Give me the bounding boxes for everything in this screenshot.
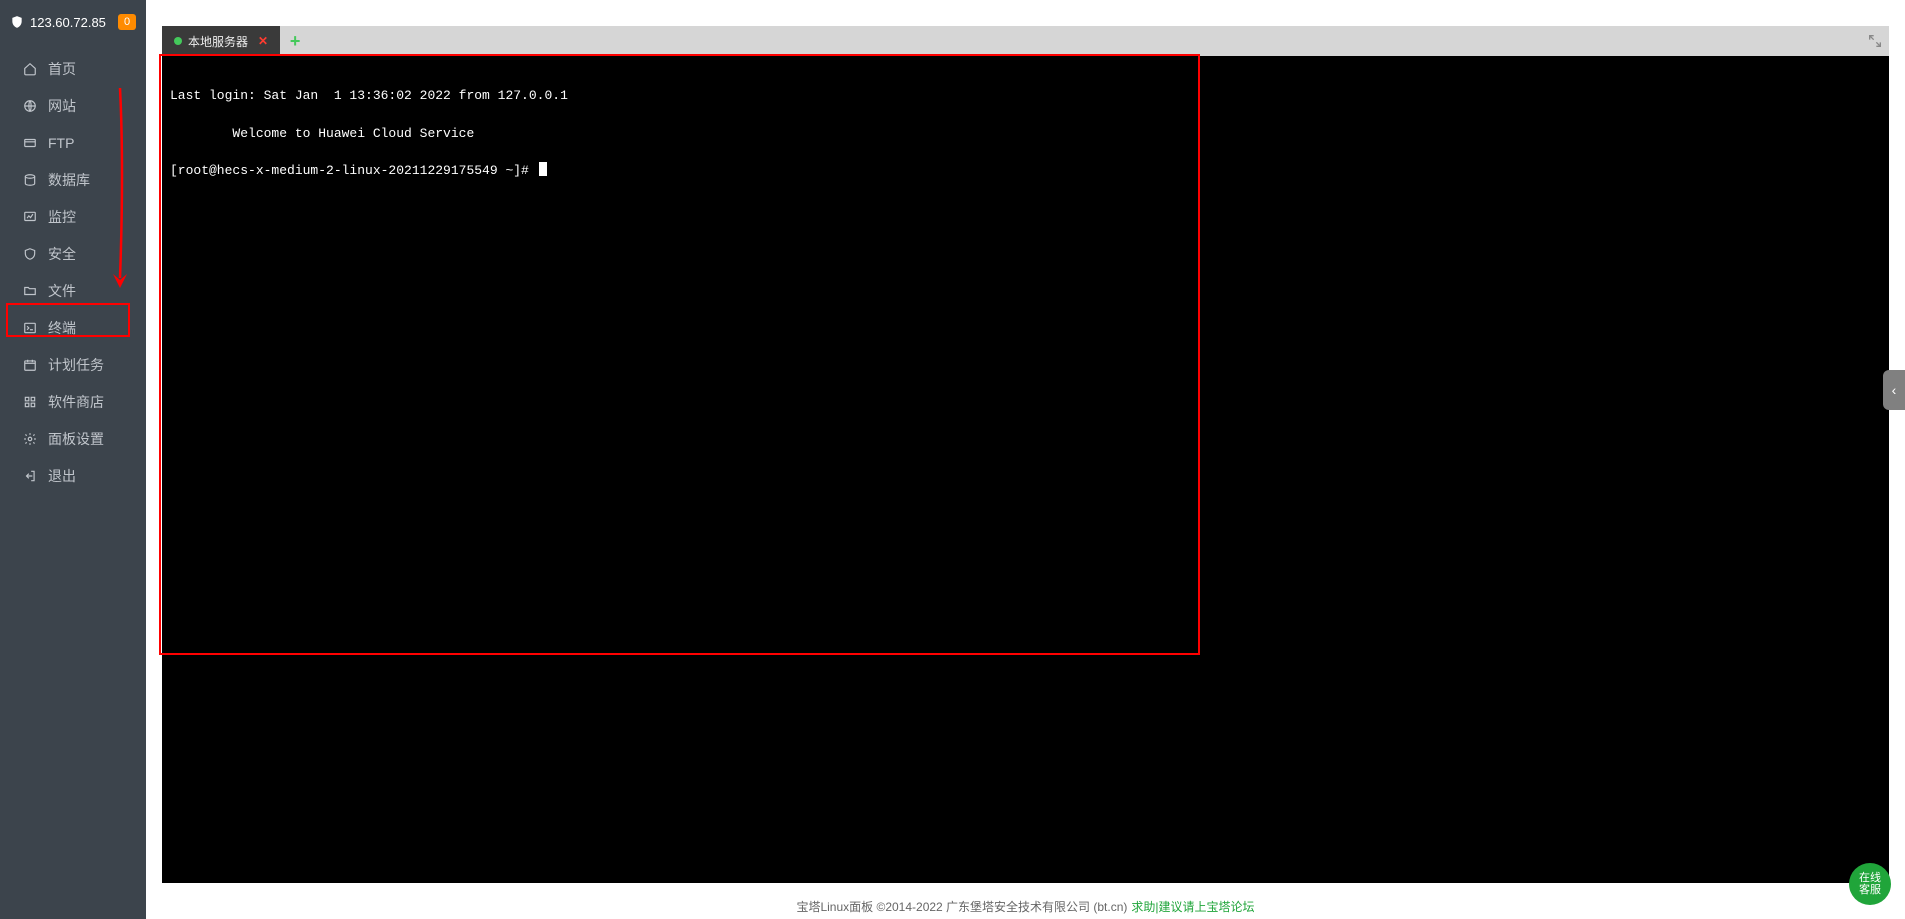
terminal-tab-local[interactable]: 本地服务器 ✕ xyxy=(162,26,280,56)
footer: 宝塔Linux面板 ©2014-2022 广东堡塔安全技术有限公司 (bt.cn… xyxy=(146,893,1905,919)
logout-icon xyxy=(22,468,38,484)
monitor-icon xyxy=(22,209,38,225)
nav-label: 首页 xyxy=(48,59,76,79)
add-tab-button[interactable]: + xyxy=(280,26,310,56)
nav-label: 终端 xyxy=(48,318,76,338)
footer-link[interactable]: 求助|建议请上宝塔论坛 xyxy=(1131,898,1254,915)
plus-icon: + xyxy=(290,31,301,52)
nav-label: 计划任务 xyxy=(48,355,104,375)
sidebar-header: 123.60.72.85 0 xyxy=(0,0,146,44)
nav-label: 网站 xyxy=(48,96,76,116)
nav-label: 监控 xyxy=(48,207,76,227)
nav-home[interactable]: 首页 xyxy=(0,50,146,87)
close-tab-icon[interactable]: ✕ xyxy=(258,34,268,48)
nav-settings[interactable]: 面板设置 xyxy=(0,420,146,457)
home-icon xyxy=(22,61,38,77)
server-ip: 123.60.72.85 xyxy=(30,15,118,30)
nav-label: 面板设置 xyxy=(48,429,104,449)
shield-icon xyxy=(10,14,24,30)
terminal-line: Welcome to Huawei Cloud Service xyxy=(170,126,474,141)
nav-ftp[interactable]: FTP xyxy=(0,124,146,161)
sidebar: 123.60.72.85 0 首页 网站 FTP 数据库 监 xyxy=(0,0,146,919)
nav-terminal[interactable]: 终端 xyxy=(0,309,146,346)
nav-monitor[interactable]: 监控 xyxy=(0,198,146,235)
database-icon xyxy=(22,172,38,188)
nav-cron[interactable]: 计划任务 xyxy=(0,346,146,383)
nav-label: 数据库 xyxy=(48,170,90,190)
globe-icon xyxy=(22,98,38,114)
nav-site[interactable]: 网站 xyxy=(0,87,146,124)
nav: 首页 网站 FTP 数据库 监控 安全 xyxy=(0,50,146,919)
ftp-icon xyxy=(22,135,38,151)
terminal-prompt: [root@hecs-x-medium-2-linux-202112291755… xyxy=(170,163,547,178)
cursor-icon xyxy=(539,162,547,176)
status-dot-icon xyxy=(174,37,182,45)
nav-label: 软件商店 xyxy=(48,392,104,412)
nav-logout[interactable]: 退出 xyxy=(0,457,146,494)
footer-text: 宝塔Linux面板 ©2014-2022 广东堡塔安全技术有限公司 (bt.cn… xyxy=(796,898,1127,915)
nav-files[interactable]: 文件 xyxy=(0,272,146,309)
gear-icon xyxy=(22,431,38,447)
security-icon xyxy=(22,246,38,262)
terminal-output[interactable]: Last login: Sat Jan 1 13:36:02 2022 from… xyxy=(162,56,1889,883)
nav-label: 文件 xyxy=(48,281,76,301)
nav-security[interactable]: 安全 xyxy=(0,235,146,272)
folder-icon xyxy=(22,283,38,299)
service-label: 在线 客服 xyxy=(1859,872,1881,896)
nav-label: FTP xyxy=(48,135,74,151)
expand-icon xyxy=(1867,33,1883,49)
tab-label: 本地服务器 xyxy=(188,33,248,50)
terminal-line: Last login: Sat Jan 1 13:36:02 2022 from… xyxy=(170,88,568,103)
nav-appstore[interactable]: 软件商店 xyxy=(0,383,146,420)
right-panel-toggle[interactable]: ‹ xyxy=(1883,370,1905,410)
terminal-tabbar: 本地服务器 ✕ + xyxy=(162,26,1889,56)
online-service-button[interactable]: 在线 客服 xyxy=(1849,863,1891,905)
grid-icon xyxy=(22,394,38,410)
fullscreen-button[interactable] xyxy=(1861,27,1889,55)
nav-label: 安全 xyxy=(48,244,76,264)
terminal-icon xyxy=(22,320,38,336)
calendar-icon xyxy=(22,357,38,373)
main: 本地服务器 ✕ + Last login: Sat Jan 1 13:36:02… xyxy=(146,0,1905,919)
nav-database[interactable]: 数据库 xyxy=(0,161,146,198)
notification-badge[interactable]: 0 xyxy=(118,14,136,30)
chevron-left-icon: ‹ xyxy=(1892,382,1897,398)
nav-label: 退出 xyxy=(48,466,76,486)
